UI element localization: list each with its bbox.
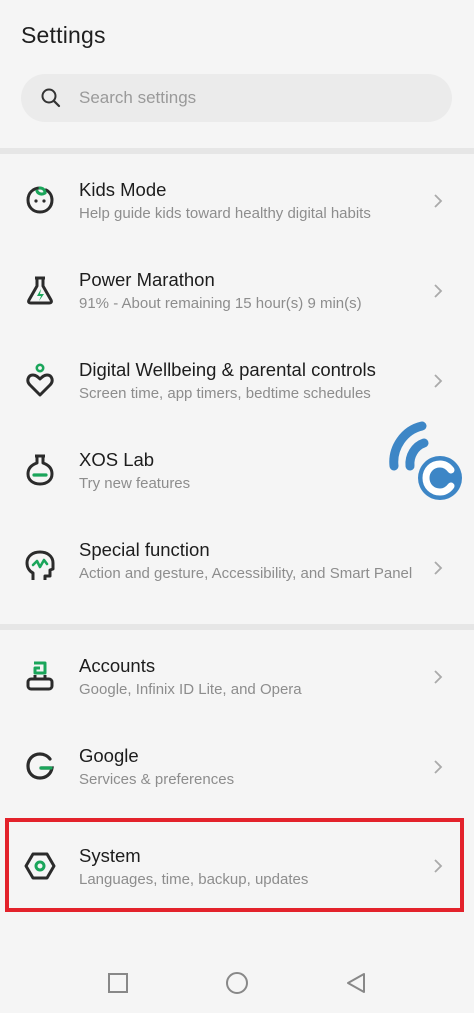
accounts-icon (22, 658, 58, 694)
kids-mode-icon (22, 182, 58, 218)
recents-button[interactable] (104, 969, 132, 997)
digital-wellbeing-icon (22, 362, 58, 398)
watermark-logo (388, 420, 468, 502)
setting-item-kids-mode[interactable]: Kids Mode Help guide kids toward healthy… (0, 160, 474, 242)
section-divider (0, 624, 474, 630)
home-button[interactable] (223, 969, 251, 997)
highlight-box (5, 818, 464, 912)
chevron-right-icon (430, 371, 446, 391)
setting-item-power-marathon[interactable]: Power Marathon 91% - About remaining 15 … (0, 250, 474, 332)
search-icon (39, 86, 63, 110)
power-marathon-icon (22, 272, 58, 308)
setting-item-digital-wellbeing[interactable]: Digital Wellbeing & parental controls Sc… (0, 340, 474, 422)
setting-subtitle: Services & preferences (79, 771, 235, 788)
chevron-right-icon (430, 757, 446, 777)
navigation-bar (0, 955, 474, 1013)
section-divider (0, 148, 474, 154)
search-bar[interactable]: Search settings (21, 74, 452, 122)
page-title: Settings (21, 22, 106, 48)
setting-title: Digital Wellbeing & parental controls (79, 359, 376, 380)
setting-title: Kids Mode (79, 179, 167, 200)
google-icon (22, 748, 58, 784)
setting-subtitle: Google, Infinix ID Lite, and Opera (79, 681, 302, 698)
back-button[interactable] (342, 969, 370, 997)
setting-subtitle: Try new features (79, 475, 191, 492)
xos-lab-icon (22, 452, 58, 488)
special-function-icon (22, 548, 58, 584)
setting-subtitle: 91% - About remaining 15 hour(s) 9 min(s… (79, 295, 362, 312)
setting-title: Special function (79, 539, 210, 560)
setting-subtitle: Help guide kids toward healthy digital h… (79, 205, 371, 222)
search-placeholder: Search settings (79, 88, 197, 107)
chevron-right-icon (430, 667, 446, 687)
chevron-right-icon (430, 281, 446, 301)
setting-title: XOS Lab (79, 449, 155, 470)
setting-title: Accounts (79, 655, 156, 676)
setting-title: Power Marathon (79, 269, 215, 290)
chevron-right-icon (430, 558, 446, 578)
setting-item-special-function[interactable]: Special function Action and gesture, Acc… (0, 520, 474, 620)
setting-item-google[interactable]: Google Services & preferences (0, 726, 474, 808)
setting-subtitle: Action and gesture, Accessibility, and S… (79, 565, 413, 582)
setting-title: Google (79, 745, 139, 766)
setting-subtitle: Screen time, app timers, bedtime schedul… (79, 385, 371, 402)
setting-item-accounts[interactable]: Accounts Google, Infinix ID Lite, and Op… (0, 636, 474, 718)
chevron-right-icon (430, 191, 446, 211)
